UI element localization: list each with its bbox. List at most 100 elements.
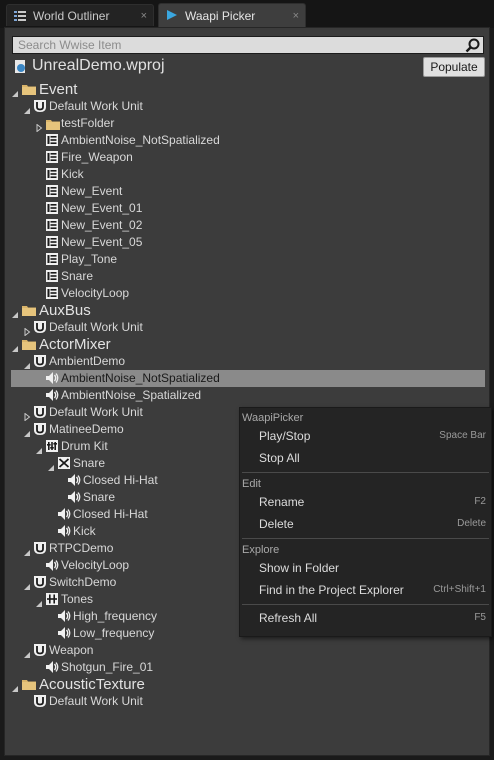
menu-item-play-stop[interactable]: Play/Stop Space Bar (240, 426, 491, 448)
expanded-arrow-icon[interactable] (35, 595, 43, 607)
tree-item-label: AuxBus (39, 302, 91, 319)
collapsed-arrow-icon[interactable] (23, 408, 31, 422)
menu-item-label: Refresh All (259, 611, 318, 625)
expanded-arrow-icon[interactable] (11, 85, 19, 97)
tree-row[interactable]: New_Event_01 (5, 200, 485, 217)
tree-row[interactable]: AmbientNoise_Spatialized (5, 387, 485, 404)
tree-item-label: Default Work Unit (49, 320, 143, 334)
tree-row[interactable]: New_Event (5, 183, 485, 200)
tree-item-label: New_Event (61, 184, 123, 198)
tab-waapi-picker[interactable]: Waapi Picker × (158, 3, 306, 28)
tree-row[interactable]: Play_Tone (5, 251, 485, 268)
menu-section-title: Edit (242, 478, 261, 490)
tree-item-label: VelocityLoop (61, 286, 130, 300)
tree-item-label: Default Work Unit (49, 694, 143, 708)
tree-item-label: New_Event_01 (61, 201, 143, 215)
tree-item-label: AmbientNoise_Spatialized (61, 388, 202, 402)
tree-item-label: Drum Kit (61, 439, 108, 453)
tree-row[interactable]: testFolder (5, 115, 485, 133)
tree-row[interactable]: AmbientNoise_NotSpatialized (11, 370, 485, 387)
menu-item-shortcut: Ctrl+Shift+1 (433, 584, 486, 595)
tree-item-label: RTPCDemo (49, 541, 114, 555)
menu-item-delete[interactable]: Delete Delete (240, 514, 491, 536)
list-icon (14, 11, 26, 21)
tree-row[interactable]: AmbientNoise_NotSpatialized (5, 132, 485, 149)
tree-row[interactable]: AuxBus (5, 302, 485, 319)
tree-row[interactable]: Default Work Unit (5, 98, 485, 115)
tree-item-label: New_Event_05 (61, 235, 143, 249)
expanded-arrow-icon[interactable] (23, 544, 31, 556)
project-header: UnrealDemo.wproj (12, 56, 484, 78)
collapsed-arrow-icon[interactable] (23, 323, 31, 337)
expanded-arrow-icon[interactable] (23, 578, 31, 590)
expanded-arrow-icon[interactable] (23, 646, 31, 658)
tree-item-label: AcousticTexture (39, 676, 145, 693)
tree-row[interactable]: Weapon (5, 642, 485, 659)
menu-item-label: Rename (259, 495, 305, 509)
tree-row[interactable]: New_Event_02 (5, 217, 485, 234)
expanded-arrow-icon[interactable] (11, 340, 19, 352)
menu-item-find-in-the-project-explorer[interactable]: Find in the Project Explorer Ctrl+Shift+1 (240, 580, 491, 602)
tree-row[interactable]: AmbientDemo (5, 353, 485, 370)
expanded-arrow-icon[interactable] (11, 680, 19, 692)
menu-item-label: Find in the Project Explorer (259, 583, 404, 597)
expanded-arrow-icon[interactable] (47, 459, 55, 471)
menu-item-shortcut: Delete (457, 518, 486, 529)
project-title: UnrealDemo.wproj (32, 57, 165, 74)
tree-item-label: Fire_Weapon (61, 150, 133, 164)
tree-item-label: Snare (83, 490, 116, 504)
tree-item-label: VelocityLoop (61, 558, 130, 572)
menu-item-label: Play/Stop (259, 429, 311, 443)
close-icon[interactable]: × (293, 5, 299, 27)
tree-row[interactable]: Fire_Weapon (5, 149, 485, 166)
tree-row[interactable]: New_Event_05 (5, 234, 485, 251)
tree-row[interactable]: Default Work Unit (5, 319, 485, 337)
menu-item-rename[interactable]: Rename F2 (240, 492, 491, 514)
tree-item-label: Default Work Unit (49, 99, 143, 113)
tree-item-label: testFolder (61, 116, 115, 130)
tree-row[interactable]: ActorMixer (5, 336, 485, 353)
tree-item-label: Kick (61, 167, 84, 181)
populate-button[interactable]: Populate (423, 57, 485, 77)
expanded-arrow-icon[interactable] (11, 306, 19, 318)
tree-item-label: SwitchDemo (49, 575, 117, 589)
tree-item-label: Weapon (49, 643, 94, 657)
tree-row[interactable]: Shotgun_Fire_01 (5, 659, 485, 676)
tree-row[interactable]: VelocityLoop (5, 285, 485, 302)
tab-world-outliner[interactable]: World Outliner × (6, 4, 154, 26)
tree-item-label: Shotgun_Fire_01 (61, 660, 154, 674)
tree-item-label: Play_Tone (61, 252, 118, 266)
expanded-arrow-icon[interactable] (23, 102, 31, 114)
tab-label: World Outliner (33, 9, 110, 23)
menu-separator (242, 604, 489, 605)
tree-row[interactable]: AcousticTexture (5, 676, 485, 693)
tree-item-label: ActorMixer (39, 336, 111, 353)
tree-item-label: Closed Hi-Hat (73, 507, 148, 521)
project-icon (15, 60, 25, 73)
waapi-picker-panel: Search Wwise Item UnrealDemo.wproj Popul… (4, 27, 492, 756)
search-icon[interactable] (465, 38, 480, 53)
menu-item-stop-all[interactable]: Stop All (240, 448, 491, 470)
menu-item-refresh-all[interactable]: Refresh All F5 (240, 608, 491, 630)
tree-row[interactable]: Event (5, 81, 485, 98)
tree-item-label: High_frequency (73, 609, 158, 623)
tree-item-label: MatineeDemo (49, 422, 124, 436)
expanded-arrow-icon[interactable] (23, 425, 31, 437)
tree-item-label: AmbientDemo (49, 354, 126, 368)
tree-item-label: Snare (61, 269, 94, 283)
menu-section-title: WaapiPicker (242, 412, 304, 424)
tree-row[interactable]: Default Work Unit (5, 693, 485, 710)
tree-row[interactable]: Snare (5, 268, 485, 285)
close-icon[interactable]: × (141, 5, 147, 27)
context-menu: WaapiPicker Play/Stop Space Bar Stop All Edi… (239, 407, 492, 637)
search-input[interactable]: Search Wwise Item (12, 36, 484, 54)
menu-item-shortcut: F5 (474, 612, 486, 623)
tree-row[interactable]: Kick (5, 166, 485, 183)
menu-item-label: Show in Folder (259, 561, 340, 575)
menu-separator (242, 472, 489, 473)
collapsed-arrow-icon[interactable] (35, 119, 43, 133)
expanded-arrow-icon[interactable] (35, 442, 43, 454)
tab-bar: World Outliner × Waapi Picker × (0, 0, 494, 28)
menu-item-show-in-folder[interactable]: Show in Folder (240, 558, 491, 580)
expanded-arrow-icon[interactable] (23, 357, 31, 369)
